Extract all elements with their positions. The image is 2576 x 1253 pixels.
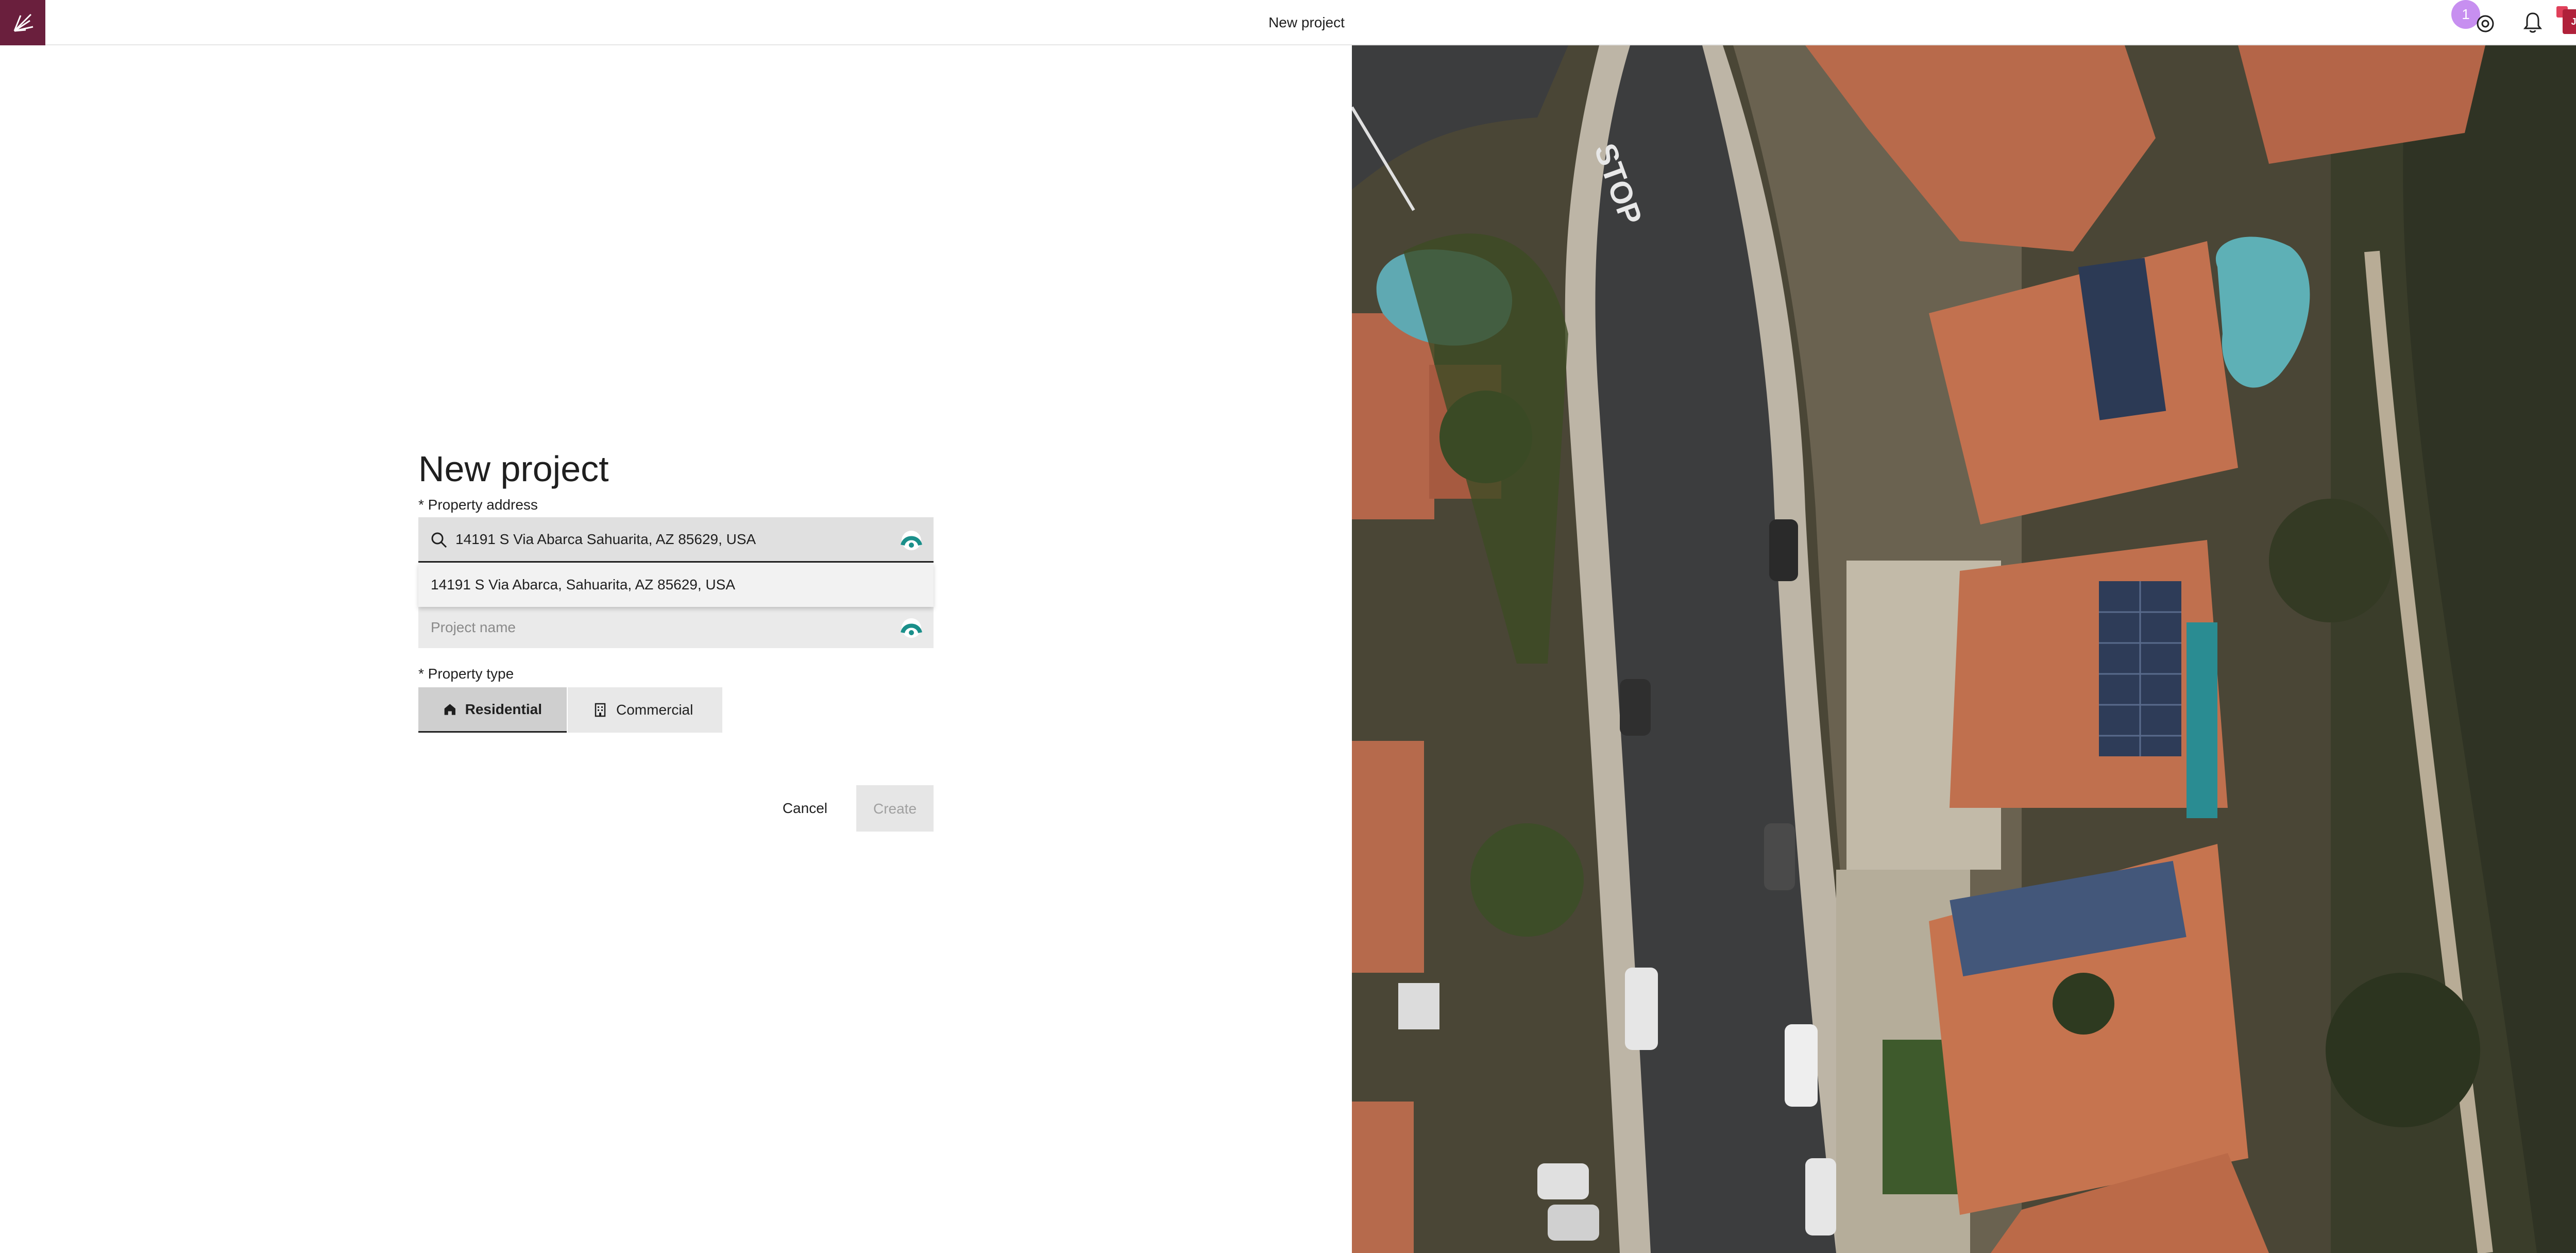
autofill-icon[interactable] (901, 617, 922, 639)
autofill-icon[interactable] (901, 530, 922, 551)
project-name-field[interactable] (418, 607, 934, 648)
property-address-input[interactable] (455, 517, 888, 561)
app-logo[interactable] (0, 0, 45, 45)
form-actions: Cancel Create (418, 785, 934, 832)
property-type-label: * Property type (418, 666, 514, 682)
support-icon[interactable] (2475, 13, 2496, 34)
property-address-label: * Property address (418, 497, 538, 513)
cancel-button[interactable]: Cancel (764, 785, 846, 832)
avatar[interactable]: JI (2563, 9, 2576, 34)
residential-label: Residential (465, 701, 542, 717)
home-icon (444, 703, 455, 715)
residential-button[interactable]: Residential (418, 687, 567, 733)
aerial-illustration: STOP (1352, 45, 2576, 1253)
top-actions: 1 JI (2428, 0, 2576, 45)
commercial-button[interactable]: Commercial (568, 687, 722, 733)
address-suggestions: 14191 S Via Abarca, Sahuarita, AZ 85629,… (418, 563, 934, 607)
page-title: New project (1268, 14, 1345, 30)
new-project-form: New project * Property address 14191 S V… (418, 443, 934, 832)
bell-icon[interactable] (2522, 11, 2543, 34)
project-name-input[interactable] (431, 607, 884, 648)
commercial-label: Commercial (616, 702, 693, 718)
property-type-toggle: Residential Commercial (418, 687, 934, 733)
search-icon (431, 532, 447, 548)
aerial-neighborhood-image: STOP (1352, 45, 2576, 1253)
building-icon (595, 703, 606, 717)
top-bar: New project 1 JI (0, 0, 2576, 45)
create-button[interactable]: Create (856, 785, 934, 832)
logo-icon (13, 13, 33, 32)
address-suggestion-item[interactable]: 14191 S Via Abarca, Sahuarita, AZ 85629,… (418, 563, 934, 607)
property-address-field[interactable] (418, 517, 934, 563)
form-heading: New project (418, 449, 609, 489)
